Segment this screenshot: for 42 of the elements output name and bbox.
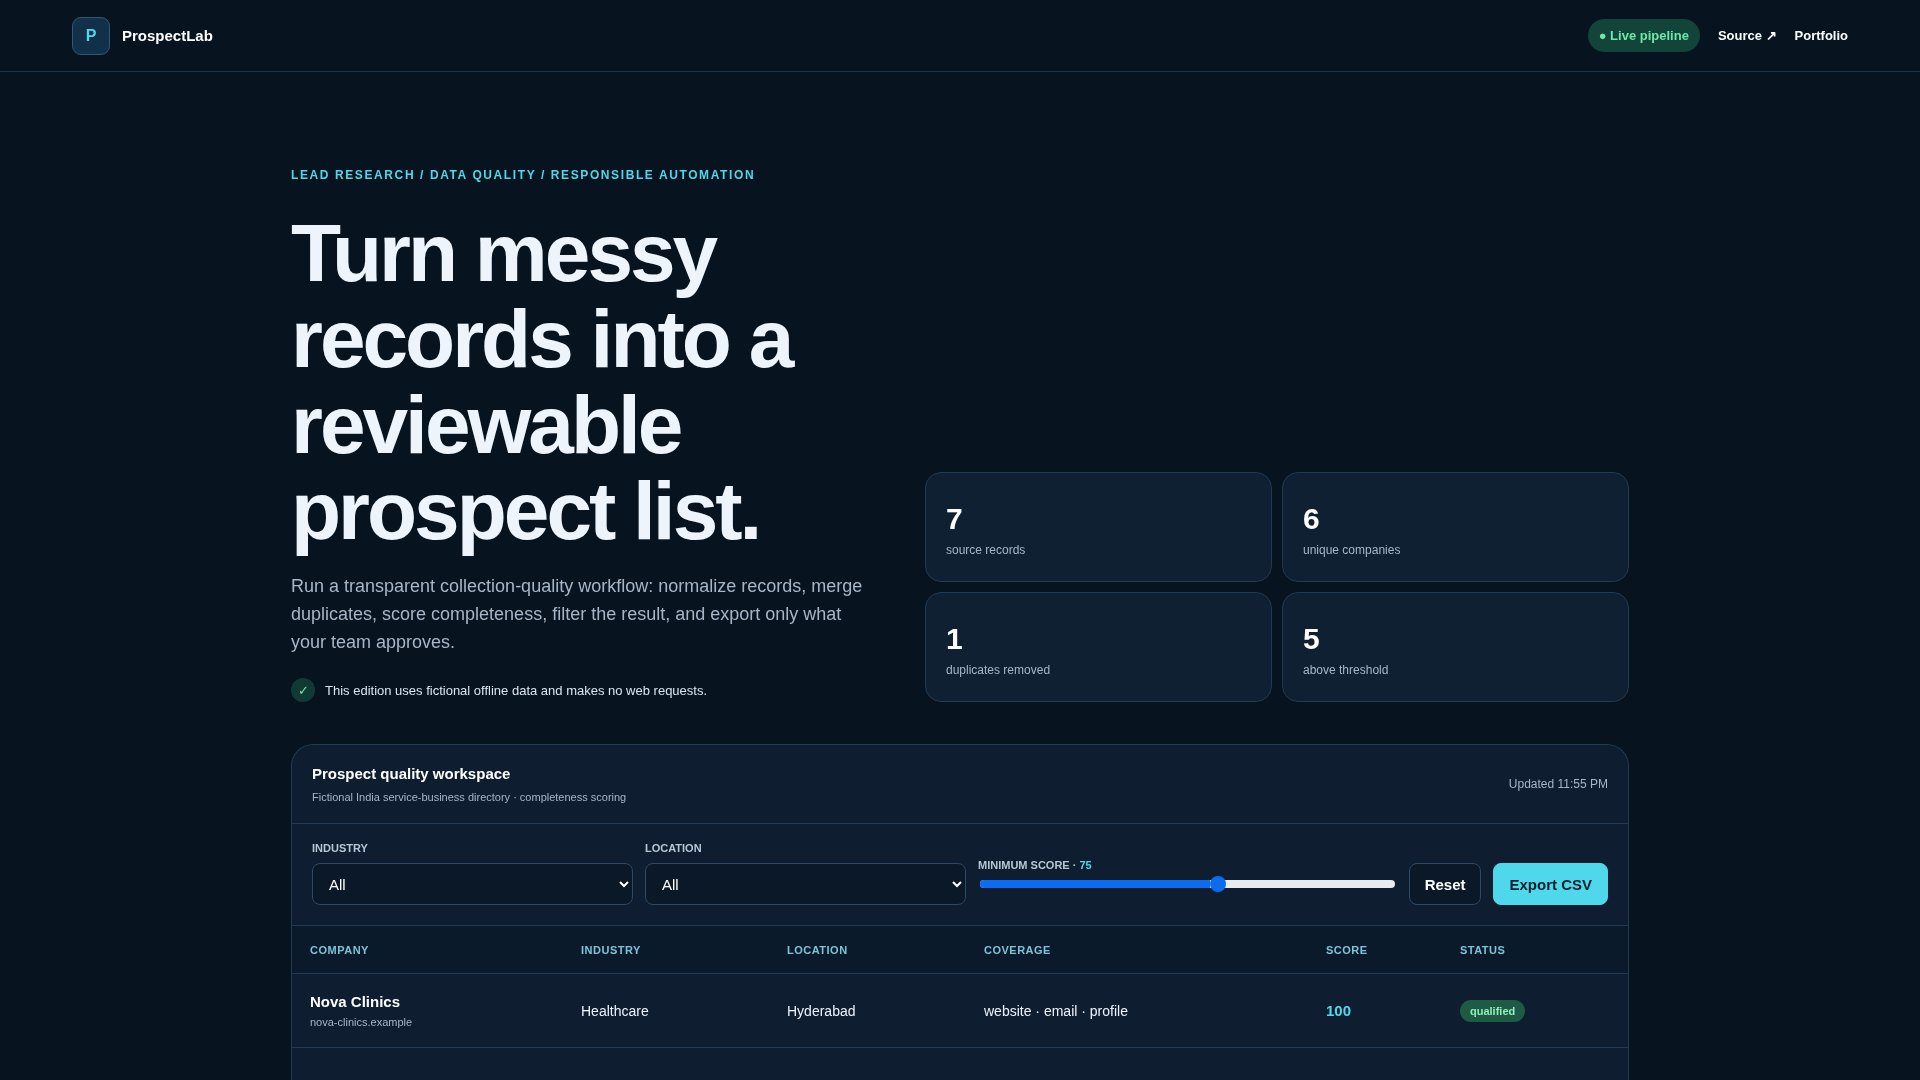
- reset-button[interactable]: Reset: [1408, 863, 1482, 905]
- stat-label: duplicates removed: [946, 663, 1052, 677]
- company-name: Nova Clinics: [310, 993, 402, 1010]
- column-header: COVERAGE: [984, 943, 1052, 956]
- eyebrow-text: LEAD RESEARCH / DATA QUALITY / RESPONSIBLE AUTOMATION: [291, 168, 757, 182]
- status-pill: ● Live pipeline: [1587, 19, 1700, 52]
- description: Run a transparent collection-quality workflow: normalize records, merge duplicates, score completeness, filter the result, and export only what your team approves.: [291, 575, 864, 654]
- company-domain: nova-clinics.example: [310, 1016, 414, 1028]
- workspace-title: Prospect quality workspace: [312, 765, 512, 782]
- headline: Turn messy records into a reviewable prospect list.: [291, 210, 794, 554]
- stat-label: source records: [946, 543, 1027, 557]
- filter-label: LOCATION: [645, 842, 703, 854]
- brand-name: ProspectLab: [122, 27, 213, 44]
- column-header: SCORE: [1326, 943, 1369, 956]
- filter-label: MINIMUM SCORE · 75: [978, 859, 1093, 871]
- column-header: COMPANY: [310, 943, 370, 956]
- stat-label: above threshold: [1303, 663, 1390, 677]
- logo-mark: P: [72, 16, 110, 55]
- column-header: STATUS: [1460, 943, 1507, 956]
- table-cell-text: Hyderabad: [787, 1002, 857, 1019]
- filter-select[interactable]: All: [312, 863, 633, 905]
- stat-value: 5: [1303, 621, 1321, 657]
- filter-select[interactable]: All: [645, 863, 966, 905]
- filter-label: INDUSTRY: [312, 842, 369, 854]
- updated-time: Updated 11:55 PM: [1508, 777, 1608, 791]
- score-value: 100: [1326, 1002, 1353, 1019]
- table-cell-text: website · email · profile: [984, 1002, 1129, 1019]
- export-button[interactable]: Export CSV: [1493, 863, 1608, 905]
- nav-link[interactable]: Portfolio: [1794, 28, 1848, 43]
- stat-value: 1: [946, 621, 964, 657]
- check-icon: ✓: [291, 678, 315, 702]
- slider-thumb[interactable]: [1210, 876, 1227, 892]
- note-text: This edition uses fictional offline data and makes no web requests.: [325, 682, 708, 698]
- status-badge: qualified: [1460, 999, 1526, 1022]
- stat-label: unique companies: [1303, 543, 1402, 557]
- workspace-subtitle: Fictional India service-business directory · completeness scoring: [312, 791, 627, 803]
- nav-link[interactable]: Source ↗: [1717, 28, 1777, 43]
- stat-value: 7: [946, 501, 964, 537]
- column-header: INDUSTRY: [581, 943, 642, 956]
- column-header: LOCATION: [787, 943, 849, 956]
- stat-value: 6: [1303, 501, 1321, 537]
- table-cell-text: Healthcare: [581, 1002, 650, 1019]
